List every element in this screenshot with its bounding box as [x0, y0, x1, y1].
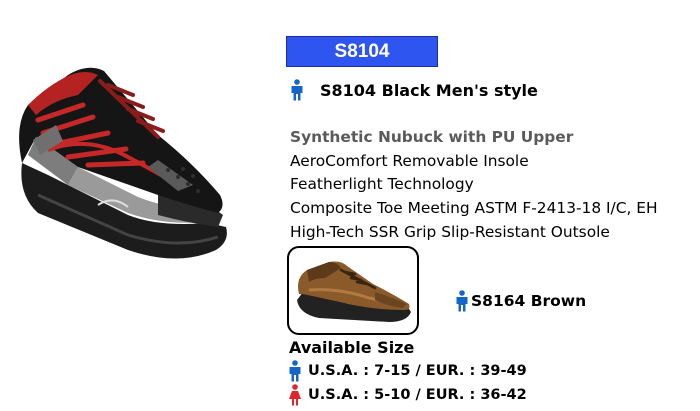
- feature-item: Featherlight Technology: [290, 175, 474, 194]
- feature-item: High-Tech SSR Grip Slip-Resistant Outsol…: [290, 222, 610, 241]
- shoe-image-black: [19, 67, 227, 259]
- shoe-image-brown: [297, 261, 411, 322]
- product-title: S8104 Black Men's style: [320, 80, 538, 100]
- sizes-heading: Available Size: [289, 338, 415, 357]
- product-title-row: S8104 Black Men's style: [290, 79, 538, 101]
- feature-item: Composite Toe Meeting ASTM F-2413-18 I/C…: [290, 199, 658, 218]
- model-badge: S8104: [286, 36, 438, 67]
- man-icon: [291, 79, 303, 101]
- feature-item: Synthetic Nubuck with PU Upper: [290, 128, 574, 146]
- man-icon: [456, 290, 468, 312]
- alternate-thumbnail[interactable]: [287, 246, 419, 335]
- alternate-label: S8164 Brown: [471, 292, 587, 310]
- alternate-row: S8164 Brown: [455, 290, 586, 312]
- size-women-text: U.S.A. : 5-10 / EUR. : 36-42: [308, 387, 527, 403]
- feature-item: AeroComfort Removable Insole: [290, 151, 529, 170]
- man-icon: [289, 360, 301, 382]
- size-row-men: U.S.A. : 7-15 / EUR. : 39-49: [288, 360, 527, 382]
- size-row-women: U.S.A. : 5-10 / EUR. : 36-42: [288, 384, 527, 406]
- size-men-text: U.S.A. : 7-15 / EUR. : 39-49: [308, 363, 527, 379]
- woman-icon: [289, 384, 301, 406]
- feature-list: Synthetic Nubuck with PU Upper AeroComfo…: [290, 126, 658, 245]
